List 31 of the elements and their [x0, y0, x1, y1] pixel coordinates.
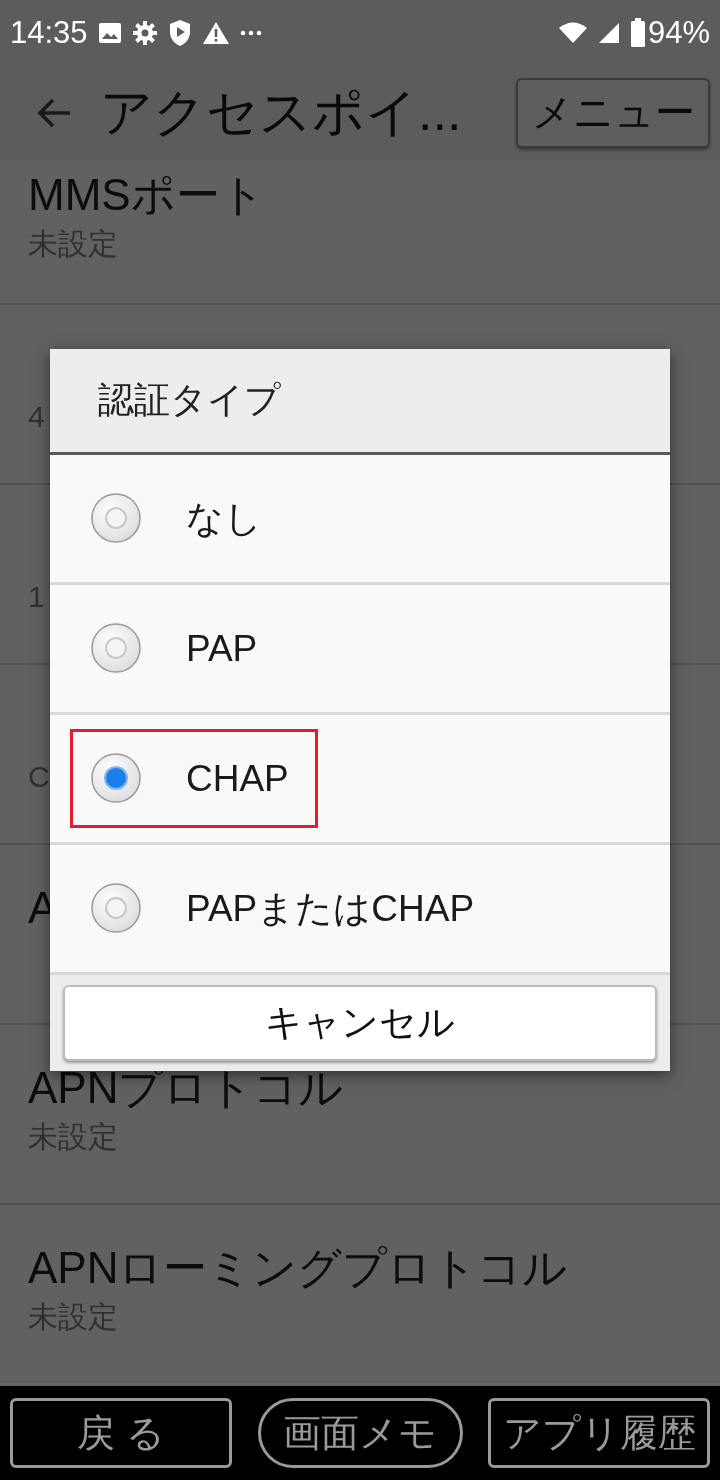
option-row[interactable]: PAP: [50, 585, 670, 715]
shield-play-icon: [167, 18, 192, 47]
status-time: 14:35: [10, 14, 88, 51]
signal-icon: [597, 21, 620, 44]
dialog-title: 認証タイプ: [98, 378, 281, 422]
option-row[interactable]: なし: [50, 455, 670, 585]
warning-icon: [201, 20, 230, 45]
screen-title: アクセスポイ...: [100, 81, 463, 143]
battery-percentage: 94%: [647, 14, 710, 51]
radio-button[interactable]: [90, 882, 142, 935]
setting-title: APNローミングプロトコル: [28, 1242, 568, 1294]
radio-button[interactable]: [90, 492, 142, 545]
option-label: PAPまたはCHAP: [186, 886, 475, 931]
battery-icon: [629, 17, 646, 48]
cancel-button[interactable]: キャンセル: [63, 985, 657, 1061]
back-arrow-icon[interactable]: [36, 96, 72, 129]
option-label: CHAP: [186, 757, 289, 800]
option-label: PAP: [186, 627, 258, 670]
option-label: なし: [186, 496, 262, 541]
setting-title: MMSポート: [28, 169, 265, 221]
settings-icon: [131, 19, 158, 46]
more-icon: [239, 29, 262, 36]
option-row[interactable]: CHAP: [50, 715, 670, 845]
radio-button[interactable]: [90, 752, 142, 805]
option-row[interactable]: PAPまたはCHAP: [50, 845, 670, 975]
wifi-icon: [557, 21, 588, 44]
nav-button[interactable]: 画面メモ: [257, 1398, 463, 1468]
nav-button[interactable]: アプリ履歴: [488, 1398, 710, 1468]
radio-button[interactable]: [90, 622, 142, 675]
nav-button[interactable]: 戻 る: [10, 1398, 232, 1468]
image-icon: [97, 21, 122, 44]
